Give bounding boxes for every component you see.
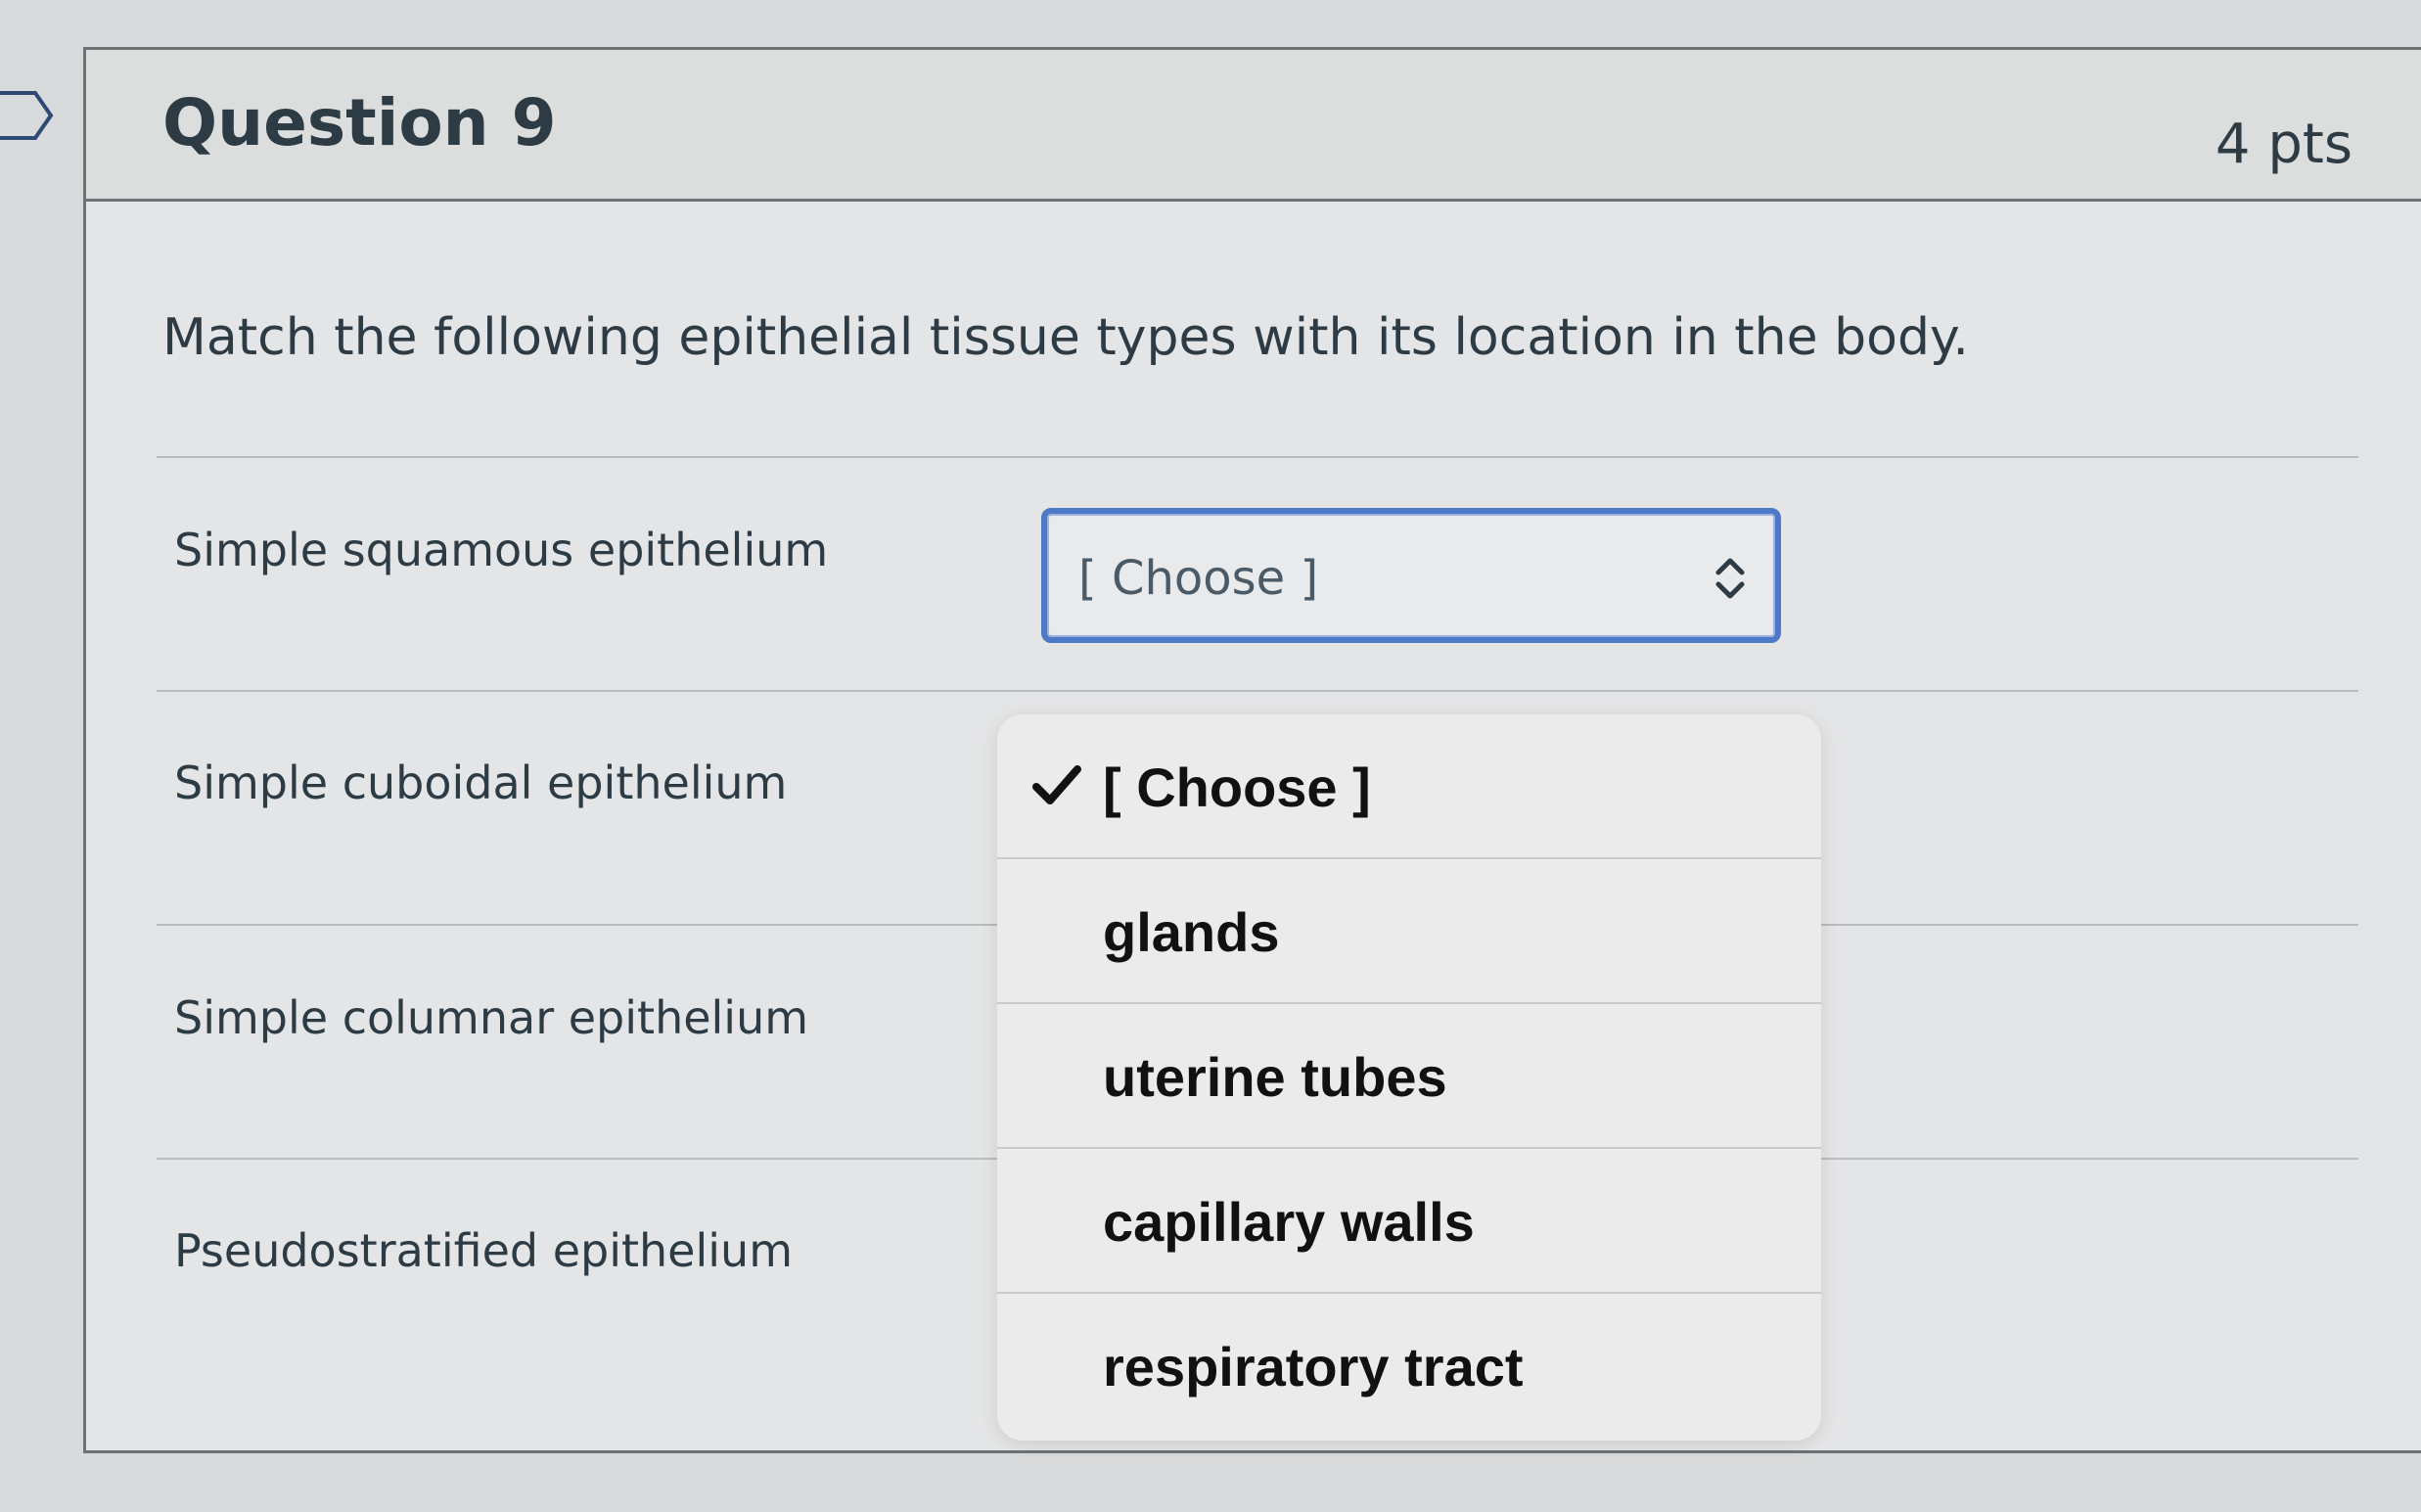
row-label-simple-columnar: Simple columnar epithelium <box>174 991 809 1044</box>
question-flag-icon[interactable] <box>0 90 55 141</box>
dropdown-option-glands[interactable]: glands <box>997 859 1821 1004</box>
dropdown-option-respiratory-tract[interactable]: respiratory tract <box>997 1294 1821 1441</box>
dropdown-option-capillary-walls[interactable]: capillary walls <box>997 1149 1821 1294</box>
question-prompt: Match the following epithelial tissue ty… <box>162 308 1969 367</box>
question-header: Question 9 4 pts <box>86 50 2421 202</box>
dropdown-option-label: uterine tubes <box>1103 1046 1447 1108</box>
match-select-simple-squamous[interactable]: [ Choose ] <box>1041 508 1781 643</box>
question-title: Question 9 <box>162 85 557 160</box>
dropdown-option-label: respiratory tract <box>1103 1336 1524 1397</box>
question-points: 4 pts <box>2215 113 2352 176</box>
row-label-simple-squamous: Simple squamous epithelium <box>174 524 829 576</box>
dropdown-option-label: capillary walls <box>1103 1191 1475 1253</box>
dropdown-option-uterine-tubes[interactable]: uterine tubes <box>997 1004 1821 1149</box>
row-label-simple-cuboidal: Simple cuboidal epithelium <box>174 756 788 809</box>
up-down-chevron-icon <box>1715 558 1745 599</box>
checkmark-icon <box>1032 765 1081 804</box>
row-label-pseudostratified: Pseudostratified epithelium <box>174 1224 794 1277</box>
row-divider <box>157 690 2358 692</box>
dropdown-option-label: [ Choose ] <box>1103 756 1371 818</box>
select-dropdown-menu: [ Choose ] glands uterine tubes capillar… <box>997 714 1821 1441</box>
row-divider <box>157 456 2358 458</box>
dropdown-option-choose[interactable]: [ Choose ] <box>997 714 1821 859</box>
dropdown-option-label: glands <box>1103 901 1280 963</box>
select-value: [ Choose ] <box>1078 551 1319 606</box>
